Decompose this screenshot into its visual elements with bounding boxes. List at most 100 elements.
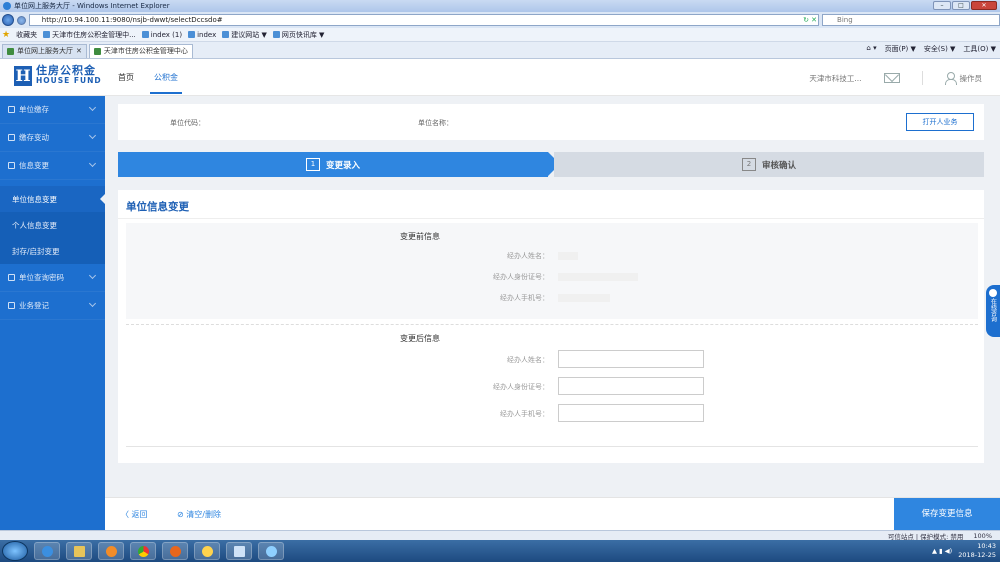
online-consult-label: 在线咨询 [989, 298, 997, 322]
after-name-label: 经办人姓名： [507, 356, 549, 364]
chevron-down-icon [88, 103, 97, 112]
taskbar-folder-icon[interactable] [66, 542, 92, 560]
menu-icon [8, 162, 15, 169]
favorites-label[interactable]: 收藏夹 [16, 30, 37, 40]
after-phone-label: 经办人手机号： [500, 410, 549, 418]
cmd-page[interactable]: 页面(P) ▼ [885, 44, 916, 54]
browser-tab-active[interactable]: 天津市住房公积金管理中心 [88, 44, 193, 58]
sidebar-item-info-change[interactable]: 信息变更 [0, 152, 105, 180]
user-menu[interactable]: 操作员 [944, 72, 983, 85]
handler-id-input[interactable] [558, 377, 704, 395]
nav-housing-fund[interactable]: 公积金 [150, 60, 182, 96]
tray-icons[interactable]: ▲ ▮ ◀) [932, 547, 952, 556]
search-input[interactable]: Bing [822, 14, 1000, 26]
back-icon[interactable] [2, 14, 14, 26]
clock[interactable]: 10:43 2018-12-25 [958, 542, 996, 560]
top-nav: 首页 公积金 [118, 60, 182, 96]
home-icon[interactable]: ⌂ ▾ [866, 44, 876, 54]
taskbar-media-icon[interactable] [98, 542, 124, 560]
online-consult-tab[interactable]: 在线咨询 [986, 285, 1000, 337]
browser-title-bar: 单位网上服务大厅 - Windows Internet Explorer – □… [0, 0, 1000, 12]
save-changes-button[interactable]: 保存变更信息 [894, 498, 1000, 531]
sidebar-item-query-password[interactable]: 单位查询密码 [0, 264, 105, 292]
before-name-label: 经办人姓名： [507, 252, 549, 260]
before-info-panel: 变更前信息 经办人姓名： 经办人身份证号： 经办人手机号： [126, 223, 978, 319]
sidebar-submenu: 单位信息变更 个人信息变更 封存/启封变更 [0, 186, 105, 264]
taskbar-weather-icon[interactable] [194, 542, 220, 560]
taskbar-paint-icon[interactable] [258, 542, 284, 560]
unit-code-label: 单位代码： [170, 119, 205, 127]
chat-icon [989, 289, 997, 297]
app-header: H 住房公积金 HOUSE FUND 首页 公积金 天津市科技工... 操作员 [0, 60, 1000, 96]
step-indicator: 1 变更录入 2 审核确认 [118, 152, 984, 177]
start-button[interactable] [2, 541, 28, 561]
sidebar-subitem-unit-info[interactable]: 单位信息变更 [0, 186, 105, 212]
favorite-link[interactable]: 建议网站 ▼ [222, 30, 267, 40]
sidebar-item-business-register[interactable]: 业务登记 [0, 292, 105, 320]
cmd-safety[interactable]: 安全(S) ▼ [924, 44, 956, 54]
divider [126, 446, 978, 447]
forward-icon[interactable] [16, 15, 26, 25]
step-number: 2 [741, 158, 756, 171]
back-button[interactable]: 〈 返回 [121, 509, 148, 520]
user-label: 操作员 [959, 73, 983, 83]
org-name: 天津市科技工... [809, 73, 862, 83]
before-id-label: 经办人身份证号： [493, 273, 549, 281]
url-field[interactable]: http://10.94.100.11:9080/nsjb-dwwt/selec… [28, 14, 820, 26]
browser-status-bar: 可信站点 | 保护模式: 禁用 100% [0, 530, 1000, 541]
refresh-icon[interactable]: ↻ ✕ [803, 15, 817, 25]
minimize-button[interactable]: – [933, 1, 951, 10]
step-label: 审核确认 [761, 160, 796, 171]
action-bar: 〈 返回 ⊘ 清空/删除 保存变更信息 [105, 497, 1000, 531]
maximize-button[interactable]: □ [952, 1, 970, 10]
sidebar-item-deposit-change[interactable]: 缴存变动 [0, 124, 105, 152]
zoom-level[interactable]: 100% [973, 532, 992, 540]
before-name-value-redacted [558, 252, 578, 260]
command-bar: ⌂ ▾ 页面(P) ▼ 安全(S) ▼ 工具(O) ▼ [866, 44, 996, 54]
star-icon[interactable]: ★ [2, 30, 10, 40]
system-tray: ▲ ▮ ◀) 10:43 2018-12-25 [932, 542, 996, 560]
brand-cn: 住房公积金 [36, 64, 96, 77]
sidebar-subitem-person-info[interactable]: 个人信息变更 [0, 212, 105, 238]
favorite-link[interactable]: 天津市住房公积金管理中... [43, 30, 136, 40]
nav-home[interactable]: 首页 [118, 60, 134, 96]
browser-title: 单位网上服务大厅 - Windows Internet Explorer [14, 2, 170, 10]
unit-name-label: 单位名称： [418, 119, 453, 127]
cmd-tools[interactable]: 工具(O) ▼ [963, 44, 996, 54]
window-controls: – □ ✕ [933, 1, 997, 10]
brand-logo[interactable]: H 住房公积金 HOUSE FUND [14, 64, 102, 86]
favorite-link[interactable]: index [188, 31, 216, 39]
taskbar-window-icon[interactable] [226, 542, 252, 560]
handler-phone-input[interactable] [558, 404, 704, 422]
business-button[interactable]: 打开人业务 [906, 113, 974, 131]
browser-tab[interactable]: 单位网上服务大厅 ✕ [2, 44, 87, 58]
form-card: 单位信息变更 变更前信息 经办人姓名： 经办人身份证号： 经办人手机号： 变更后… [118, 190, 984, 463]
divider [921, 71, 923, 85]
unit-info-bar: 单位代码： 单位名称： 打开人业务 [118, 104, 984, 140]
header-right: 天津市科技工... 操作员 [809, 60, 982, 96]
favorite-link[interactable]: index (1) [141, 31, 182, 39]
chevron-down-icon [88, 271, 97, 280]
mail-icon[interactable] [883, 73, 900, 83]
status-zone: 可信站点 | 保护模式: 禁用 [887, 532, 964, 541]
after-id-label: 经办人身份证号： [493, 383, 549, 391]
taskbar-chrome-icon[interactable] [130, 542, 156, 560]
sidebar: 单位缴存 缴存变动 信息变更 单位信息变更 个人信息变更 封存/启封变更 单位查… [0, 96, 105, 530]
sidebar-item-unit-deposit[interactable]: 单位缴存 [0, 96, 105, 124]
sidebar-subitem-seal[interactable]: 封存/启封变更 [0, 238, 105, 264]
after-info-panel: 变更后信息 经办人姓名： 经办人身份证号： 经办人手机号： [126, 324, 978, 442]
step-entry: 1 变更录入 [118, 152, 560, 177]
clear-delete-button[interactable]: ⊘ 清空/删除 [177, 509, 221, 520]
main-content: 单位代码： 单位名称： 打开人业务 1 变更录入 2 审核确认 单位信息变更 变… [105, 96, 1000, 530]
step-number: 1 [305, 158, 320, 171]
taskbar-ie-icon[interactable] [34, 542, 60, 560]
before-title: 变更前信息 [400, 232, 440, 241]
page-icon [7, 48, 14, 55]
taskbar: ▲ ▮ ◀) 10:43 2018-12-25 [0, 540, 1000, 562]
close-window-button[interactable]: ✕ [971, 1, 997, 10]
favorite-link[interactable]: 网页快讯库 ▼ [272, 30, 324, 40]
handler-name-input[interactable] [558, 350, 704, 368]
page-icon [93, 48, 101, 55]
taskbar-firefox-icon[interactable] [162, 542, 188, 560]
ie-logo-icon [3, 2, 11, 10]
